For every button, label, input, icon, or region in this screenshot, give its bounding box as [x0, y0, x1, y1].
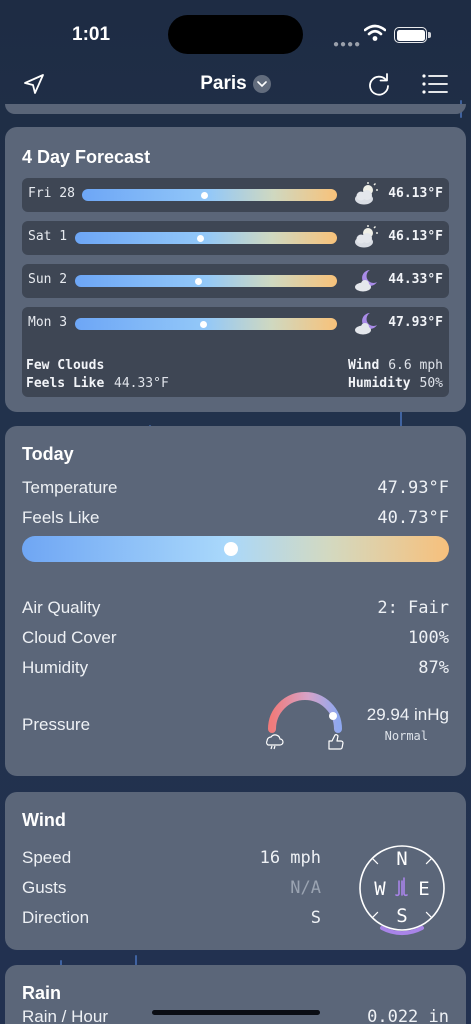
signal-icon: ●●●● — [333, 39, 362, 50]
cloud-sun-icon — [353, 225, 379, 256]
temperature-marker — [199, 321, 207, 328]
forecast-day: Fri 28 — [28, 186, 75, 201]
air-quality-value: 2: Fair — [377, 598, 449, 618]
cloud-cover-value: 100% — [408, 628, 449, 648]
humidity-label: Humidity — [22, 658, 89, 677]
rain-card: Rain Rain / Hour 0.022 in — [5, 965, 466, 1024]
feels-like-label: Feels Like — [22, 508, 100, 527]
city-name: Paris — [200, 73, 247, 94]
forecast-row-expanded[interactable]: Mon 3 47.93°F Few Clouds Feels Like 44.3… — [22, 307, 449, 397]
rain-title: Rain — [22, 983, 62, 1003]
forecast-title: 4 Day Forecast — [22, 147, 151, 167]
today-title: Today — [22, 444, 74, 464]
rain-cloud-icon — [266, 734, 284, 750]
gusts-value: N/A — [290, 878, 321, 898]
feels-like-value: 40.73°F — [377, 508, 449, 528]
forecast-day: Sun 2 — [28, 272, 68, 287]
battery-tip — [428, 32, 431, 38]
cloud-moon-icon — [353, 311, 379, 342]
forecast-row[interactable]: Fri 28 46.13°F — [22, 178, 449, 212]
pressure-label: Pressure — [22, 715, 91, 734]
forecast-day: Mon 3 — [28, 315, 68, 330]
wind-title: Wind — [22, 810, 66, 830]
pressure-status: Normal — [384, 729, 428, 743]
pressure-indicator — [329, 712, 337, 720]
wifi-icon — [363, 24, 387, 47]
direction-value: S — [310, 908, 321, 928]
temperature-marker — [194, 278, 202, 285]
temperature-knob — [224, 542, 239, 556]
list-icon[interactable] — [422, 74, 448, 99]
home-indicator — [152, 1010, 320, 1015]
humidity-label: Humidity — [348, 376, 411, 391]
wind-value: 6.6 mph — [388, 358, 443, 373]
feels-like-value: 44.33°F — [114, 376, 169, 391]
gusts-label: Gusts — [22, 878, 67, 897]
cloud-moon-icon — [353, 268, 379, 299]
pressure-gauge — [262, 683, 348, 758]
forecast-card: 4 Day Forecast Fri 28 46.13°F Sat 1 46.1… — [5, 127, 466, 412]
air-quality-label: Air Quality — [22, 598, 101, 617]
battery-icon — [394, 27, 427, 43]
rain-per-hour-label: Rain / Hour — [22, 1007, 108, 1024]
previous-card-edge — [5, 104, 466, 114]
humidity-value: 87% — [418, 658, 449, 678]
forecast-temp: 46.13°F — [388, 186, 443, 201]
status-bar: 1:01 ●●●● — [0, 0, 471, 64]
forecast-temp: 44.33°F — [388, 272, 443, 287]
temperature-label: Temperature — [22, 478, 118, 497]
forecast-row[interactable]: Sun 2 44.33°F — [22, 264, 449, 298]
cloud-sun-icon — [353, 182, 379, 213]
temperature-range-bar — [75, 232, 337, 244]
temperature-range-bar — [82, 189, 337, 201]
cloud-cover-label: Cloud Cover — [22, 628, 117, 647]
temperature-range-bar — [75, 275, 337, 287]
thumbs-up-icon — [328, 734, 344, 750]
wind-label: Wind — [348, 358, 380, 373]
humidity-value: 50% — [419, 376, 443, 391]
speed-label: Speed — [22, 848, 72, 867]
today-card: Today Temperature 47.93°F Feels Like 40.… — [5, 426, 466, 776]
temperature-bar — [22, 536, 449, 562]
compass-e: E — [418, 878, 429, 900]
chevron-down-icon — [252, 75, 271, 93]
forecast-temp: 46.13°F — [388, 229, 443, 244]
compass-w: W — [374, 878, 386, 900]
compass-s: S — [396, 905, 407, 927]
forecast-row[interactable]: Sat 1 46.13°F — [22, 221, 449, 255]
status-time: 1:01 — [72, 24, 111, 45]
speed-value: 16 mph — [259, 848, 321, 868]
condition-text: Few Clouds — [26, 358, 105, 373]
nav-bar: Paris — [0, 64, 471, 108]
wind-card: Wind Speed 16 mph Gusts N/A Direction S … — [5, 792, 466, 950]
temperature-marker — [200, 192, 208, 199]
direction-label: Direction — [22, 908, 90, 927]
dynamic-island — [168, 15, 303, 54]
pressure-value: 29.94 inHg — [366, 705, 449, 724]
temperature-value: 47.93°F — [377, 478, 449, 498]
wind-compass: N S W E — [358, 844, 448, 941]
forecast-temp: 47.93°F — [388, 315, 443, 330]
feels-like-label: Feels Like — [26, 376, 105, 391]
refresh-icon[interactable] — [366, 72, 392, 103]
city-selector[interactable]: Paris — [0, 73, 471, 95]
wind-icon — [395, 877, 408, 897]
rain-per-hour-value: 0.022 in — [367, 1007, 449, 1024]
forecast-day: Sat 1 — [28, 229, 68, 244]
compass-n: N — [396, 848, 407, 870]
